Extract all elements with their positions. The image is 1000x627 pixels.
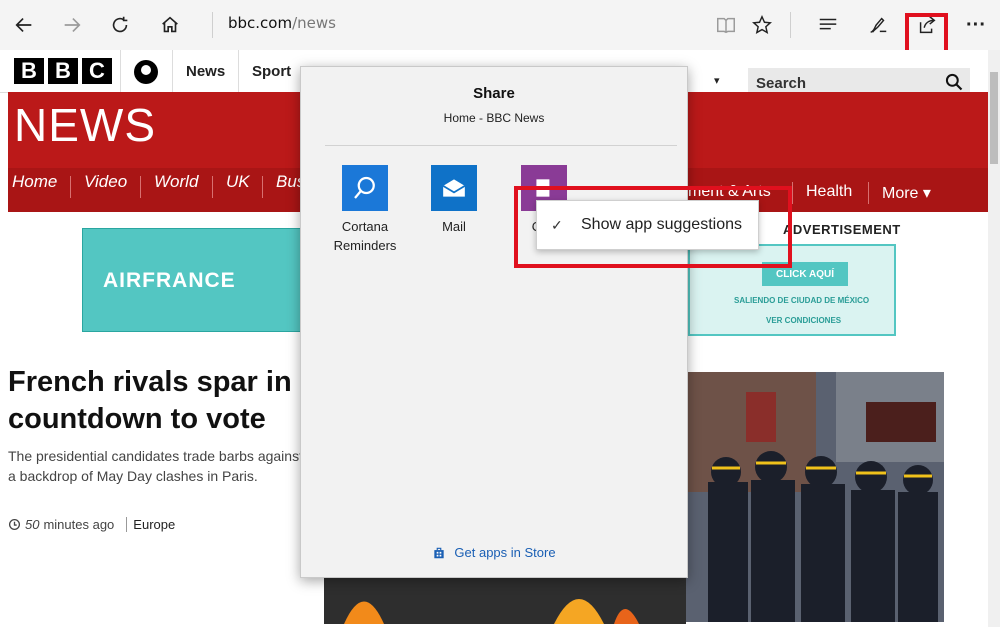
web-note-button[interactable] — [862, 9, 894, 41]
story-time-number: 50 — [25, 517, 40, 532]
topnav-sport[interactable]: Sport — [252, 63, 291, 80]
ad-brand: AIRFRANCE — [103, 269, 236, 292]
account-icon[interactable] — [134, 60, 158, 84]
story-meta: 50 minutes ago Europe — [8, 517, 175, 532]
share-app-mail[interactable]: Mail — [414, 165, 494, 236]
fire-photo-strip — [324, 574, 686, 624]
bbc-logo-letter: C — [82, 58, 112, 84]
story-headline[interactable]: French rivals spar in countdown to vote — [8, 364, 304, 438]
news-title[interactable]: NEWS — [14, 98, 156, 152]
share-divider — [325, 145, 677, 146]
nav-video[interactable]: Video — [84, 172, 127, 192]
store-link-label: Get apps in Store — [454, 545, 556, 560]
refresh-button[interactable] — [104, 9, 136, 41]
address-bar[interactable]: bbc.com/news — [228, 14, 336, 32]
nav-more[interactable]: More ▾ — [882, 183, 931, 203]
home-button[interactable] — [154, 9, 186, 41]
more-button[interactable]: ··· — [960, 9, 992, 41]
get-apps-in-store-link[interactable]: Get apps in Store — [301, 545, 687, 560]
home-icon — [162, 16, 178, 33]
toolbar-divider — [790, 12, 791, 38]
clock-icon — [8, 518, 21, 531]
nav-divider — [212, 176, 213, 198]
back-button[interactable] — [8, 9, 40, 41]
page-scrollbar[interactable] — [988, 50, 1000, 627]
nav-divider — [262, 176, 263, 198]
browser-toolbar: bbc.com/news ··· — [0, 0, 1000, 51]
nav-divider — [140, 176, 141, 198]
app-label: Cortana Reminders — [333, 219, 397, 253]
back-icon — [15, 17, 32, 33]
cortana-icon — [342, 165, 388, 211]
address-domain: bbc.com — [228, 14, 293, 32]
share-app-cortana[interactable]: Cortana Reminders — [325, 165, 405, 255]
nav-world[interactable]: World — [154, 172, 198, 192]
top-divider — [120, 50, 121, 92]
bbc-logo-letter: B — [48, 58, 78, 84]
reading-view-button[interactable] — [710, 9, 742, 41]
toolbar-divider — [212, 12, 213, 38]
share-panel: Share Home - BBC News Cortana Reminders M… — [300, 66, 688, 578]
topnav-news[interactable]: News — [186, 63, 225, 80]
nav-divider — [792, 182, 793, 204]
more-icon: ··· — [966, 13, 986, 36]
store-icon — [434, 547, 445, 558]
bbc-logo-letter: B — [14, 58, 44, 84]
favorite-star-icon — [752, 14, 772, 34]
address-path: /news — [292, 14, 336, 32]
ad-text: VER CONDICIONES — [766, 316, 842, 325]
nav-divider — [868, 182, 869, 204]
story-summary: The presidential candidates trade barbs … — [8, 448, 303, 484]
scrollbar-thumb[interactable] — [990, 72, 998, 164]
more-dropdown-arrow[interactable]: ▾ — [714, 74, 720, 87]
top-divider — [172, 50, 173, 92]
forward-button[interactable] — [56, 9, 88, 41]
airfrance-ad[interactable]: AIRFRANCE — [82, 228, 304, 332]
nav-uk[interactable]: UK — [226, 172, 250, 192]
hub-button[interactable] — [812, 9, 844, 41]
nav-home[interactable]: Home — [12, 172, 57, 192]
menu-highlight-box — [514, 186, 792, 268]
ad-text: SALIENDO DE CIUDAD DE MÉXICO — [734, 296, 870, 305]
hub-icon — [819, 18, 837, 30]
nav-health[interactable]: Health — [806, 183, 852, 201]
forward-icon — [64, 17, 81, 33]
share-title: Share — [473, 85, 515, 102]
web-note-icon — [870, 17, 887, 34]
share-subtitle: Home - BBC News — [443, 111, 545, 125]
mail-icon — [431, 165, 477, 211]
reading-view-icon — [717, 17, 735, 34]
app-label: Mail — [442, 219, 466, 234]
riot-police-photo[interactable] — [686, 372, 944, 622]
story-time-unit: minutes ago — [43, 517, 115, 532]
advertisement-label: ADVERTISEMENT — [783, 222, 901, 237]
top-divider — [238, 50, 239, 92]
favorite-button[interactable] — [746, 9, 778, 41]
nav-divider — [70, 176, 71, 198]
bbc-logo[interactable]: B B C — [14, 58, 112, 84]
refresh-icon — [112, 16, 128, 33]
story-category[interactable]: Europe — [126, 517, 175, 532]
